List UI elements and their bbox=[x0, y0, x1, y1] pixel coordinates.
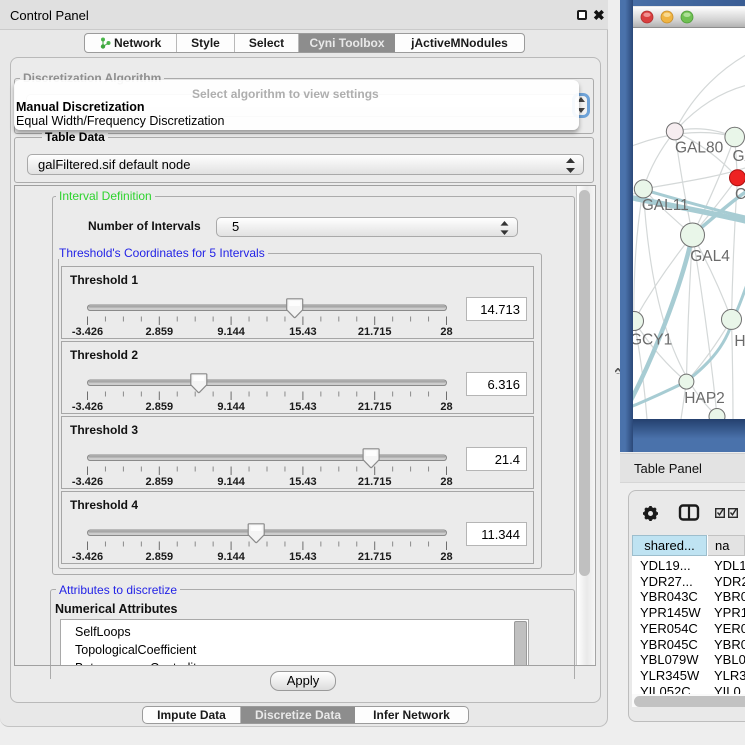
svg-text:-3.426: -3.426 bbox=[72, 326, 103, 338]
svg-text:2.859: 2.859 bbox=[146, 326, 174, 338]
svg-text:9.144: 9.144 bbox=[217, 476, 245, 488]
svg-text:GAL4: GAL4 bbox=[690, 248, 730, 265]
svg-text:GA: GA bbox=[733, 148, 745, 165]
svg-text:28: 28 bbox=[440, 401, 452, 413]
svg-text:21.715: 21.715 bbox=[358, 476, 392, 488]
svg-text:H: H bbox=[734, 333, 745, 350]
svg-text:GAL11: GAL11 bbox=[642, 197, 689, 214]
svg-text:21.715: 21.715 bbox=[358, 401, 392, 413]
svg-text:21.715: 21.715 bbox=[358, 551, 392, 563]
svg-text:21.715: 21.715 bbox=[358, 326, 392, 338]
svg-text:GCY1: GCY1 bbox=[633, 332, 672, 349]
svg-text:28: 28 bbox=[440, 551, 452, 563]
svg-text:9.144: 9.144 bbox=[217, 551, 245, 563]
svg-text:9.144: 9.144 bbox=[217, 326, 245, 338]
svg-text:2.859: 2.859 bbox=[146, 476, 174, 488]
svg-text:2.859: 2.859 bbox=[146, 401, 174, 413]
svg-text:15.43: 15.43 bbox=[289, 401, 317, 413]
svg-text:2.859: 2.859 bbox=[146, 551, 174, 563]
svg-text:-3.426: -3.426 bbox=[72, 401, 103, 413]
svg-text:C: C bbox=[735, 186, 745, 203]
svg-text:-3.426: -3.426 bbox=[72, 476, 103, 488]
svg-text:28: 28 bbox=[440, 326, 452, 338]
svg-text:15.43: 15.43 bbox=[289, 326, 317, 338]
svg-text:15.43: 15.43 bbox=[289, 551, 317, 563]
svg-text:-3.426: -3.426 bbox=[72, 551, 103, 563]
svg-text:GAL80: GAL80 bbox=[675, 140, 724, 157]
svg-text:9.144: 9.144 bbox=[217, 401, 245, 413]
svg-text:HAP2: HAP2 bbox=[684, 390, 725, 407]
svg-text:15.43: 15.43 bbox=[289, 476, 317, 488]
svg-text:28: 28 bbox=[440, 476, 452, 488]
